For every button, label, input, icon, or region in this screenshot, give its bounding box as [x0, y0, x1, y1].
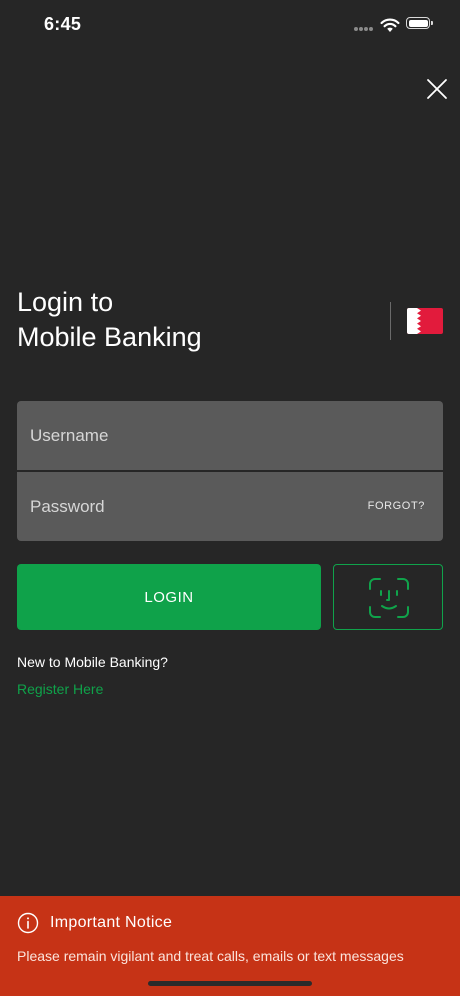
divider — [390, 302, 391, 340]
notice-title: Important Notice — [50, 914, 173, 931]
home-indicator — [148, 981, 312, 986]
login-button[interactable]: LOGIN — [17, 564, 321, 630]
page-title: Login to Mobile Banking — [17, 285, 317, 355]
page-title-line1: Login to — [17, 287, 114, 317]
username-field[interactable] — [17, 401, 443, 470]
register-prompt: New to Mobile Banking? — [17, 654, 168, 670]
info-icon — [17, 912, 39, 934]
register-link[interactable]: Register Here — [17, 681, 103, 697]
page-title-line2: Mobile Banking — [17, 322, 202, 352]
battery-icon — [406, 17, 433, 29]
status-bar: 6:45 — [0, 0, 460, 52]
wifi-icon — [380, 18, 400, 32]
status-time: 6:45 — [44, 14, 82, 34]
forgot-password-link[interactable]: FORGOT? — [368, 500, 425, 512]
face-id-icon — [369, 578, 409, 618]
close-icon — [427, 79, 447, 99]
close-button[interactable] — [424, 76, 450, 102]
cellular-signal-icon — [354, 27, 374, 32]
bahrain-flag-icon — [407, 308, 443, 334]
notice-text: Please remain vigilant and treat calls, … — [17, 948, 404, 964]
country-selector[interactable] — [407, 308, 443, 334]
face-id-button[interactable] — [333, 564, 443, 630]
